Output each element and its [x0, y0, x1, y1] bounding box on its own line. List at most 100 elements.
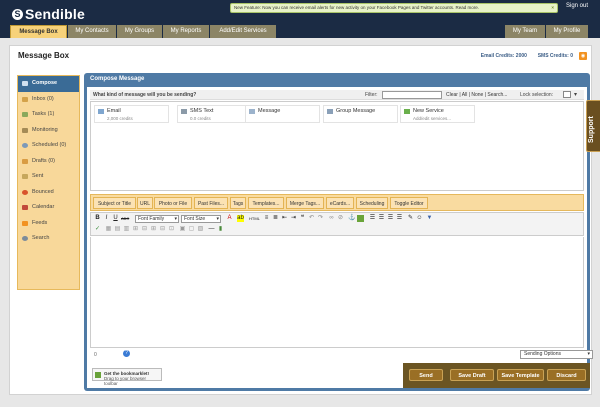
discard-button[interactable]: Discard — [547, 369, 586, 381]
tab-my-team[interactable]: My Team — [505, 25, 545, 38]
bookmarklet-icon — [95, 372, 101, 378]
media-icon[interactable]: ▧ — [197, 226, 204, 233]
split-cell-icon[interactable]: ⊡ — [168, 226, 175, 233]
insert-row-icon[interactable]: ⊞ — [132, 226, 139, 233]
page-break-icon[interactable]: ▮ — [217, 226, 224, 233]
help-icon[interactable]: ? — [123, 350, 130, 357]
cleanup-icon[interactable]: ✎ — [407, 215, 414, 222]
support-tab[interactable]: Support — [586, 100, 600, 152]
service-sms[interactable]: SMS Text 0.0 credits — [177, 105, 252, 123]
redo-icon[interactable]: ↷ — [317, 215, 324, 222]
spellcheck-icon[interactable]: ✓ — [94, 226, 101, 233]
emoticon-icon[interactable]: ☺ — [416, 215, 423, 222]
tab-subject[interactable]: Subject or Title — [93, 197, 136, 209]
sidebar-item-scheduled[interactable]: Scheduled (0) — [18, 138, 79, 154]
visual-aid-icon[interactable]: ▢ — [188, 226, 195, 233]
sidebar-item-sent[interactable]: Sent — [18, 169, 79, 185]
compose-panel: Compose Message What kind of message wil… — [84, 73, 593, 391]
align-right-icon[interactable]: ☰ — [387, 215, 394, 222]
tab-message-box[interactable]: Message Box — [10, 25, 67, 38]
sidebar-item-drafts[interactable]: Drafts (0) — [18, 154, 79, 170]
tab-ecards[interactable]: eCards... — [326, 197, 354, 209]
tab-add-edit-services[interactable]: Add/Edit Services — [210, 25, 276, 38]
underline-icon[interactable]: U — [112, 215, 119, 222]
insert-col-icon[interactable]: ⊞ — [150, 226, 157, 233]
undo-icon[interactable]: ↶ — [308, 215, 315, 222]
notice-close-icon[interactable]: × — [551, 4, 554, 12]
save-template-button[interactable]: Save Template — [497, 369, 544, 381]
align-justify-icon[interactable]: ☰ — [396, 215, 403, 222]
save-draft-button[interactable]: Save Draft — [450, 369, 494, 381]
sms-credits[interactable]: SMS Credits: 0 — [538, 53, 573, 59]
bold-icon[interactable]: B — [94, 215, 101, 222]
sidebar-item-feeds[interactable]: Feeds — [18, 216, 79, 232]
delete-col-icon[interactable]: ⊟ — [159, 226, 166, 233]
text-color-icon[interactable]: A — [226, 215, 233, 222]
bullet-list-icon[interactable]: ≡ — [263, 215, 270, 222]
outdent-icon[interactable]: ⇤ — [281, 215, 288, 222]
sidebar-item-monitoring[interactable]: Monitoring — [18, 123, 79, 139]
highlight-icon[interactable]: ab — [237, 215, 244, 222]
sidebar-item-compose[interactable]: Compose — [18, 76, 79, 92]
italic-icon[interactable]: I — [103, 215, 110, 222]
chevron-down-icon: ▾ — [587, 351, 590, 357]
align-left-icon[interactable]: ☰ — [369, 215, 376, 222]
font-family-select[interactable]: Font Family ▾ — [135, 215, 179, 223]
inbox-icon — [22, 96, 28, 102]
sidebar-item-label: Monitoring — [32, 126, 58, 133]
numbered-list-icon[interactable]: ≣ — [272, 215, 279, 222]
service-new[interactable]: New Service Add/edit services... — [400, 105, 475, 123]
strikethrough-icon[interactable]: ABC — [121, 215, 129, 222]
tab-photo[interactable]: Photo or File — [154, 197, 192, 209]
link-icon[interactable]: ∞ — [328, 215, 335, 222]
service-message[interactable]: Message — [245, 105, 320, 123]
html-icon[interactable]: HTML — [249, 215, 260, 222]
sidebar-item-bounced[interactable]: Bounced — [18, 185, 79, 201]
merge-cell-icon[interactable]: ▣ — [179, 226, 186, 233]
sidebar-item-label: Compose — [32, 80, 58, 86]
tab-url[interactable]: URL — [137, 197, 153, 209]
delete-row-icon[interactable]: ⊟ — [141, 226, 148, 233]
special-format-icon[interactable]: ▼ — [426, 215, 433, 222]
font-size-select[interactable]: Font Size ▾ — [181, 215, 221, 223]
tab-toggle-editor[interactable]: Toggle Editor — [390, 197, 428, 209]
tab-my-groups[interactable]: My Groups — [117, 25, 162, 38]
rss-icon[interactable]: ◉ — [579, 52, 587, 60]
tab-merge-tags[interactable]: Merge Tags... — [286, 197, 324, 209]
sign-out-link[interactable]: Sign out — [566, 3, 588, 9]
anchor-icon[interactable]: ⚓ — [348, 215, 355, 222]
tab-my-reports[interactable]: My Reports — [163, 25, 209, 38]
chevron-down-icon: ▾ — [174, 216, 177, 222]
table-icon[interactable]: ▦ — [105, 226, 112, 233]
tab-tags[interactable]: Tags — [230, 197, 246, 209]
row-props-icon[interactable]: ▤ — [114, 226, 121, 233]
filter-input[interactable] — [382, 91, 442, 99]
indent-icon[interactable]: ⇥ — [290, 215, 297, 222]
tab-templates[interactable]: Templates... — [248, 197, 284, 209]
sending-options-select[interactable]: Sending Options ▾ — [520, 350, 593, 359]
bookmarklet-link[interactable]: Get the bookmarklet! Drag to your browse… — [92, 368, 162, 386]
horizontal-rule-icon[interactable]: — — [208, 226, 215, 233]
sidebar-item-search[interactable]: Search — [18, 231, 79, 247]
align-center-icon[interactable]: ☰ — [378, 215, 385, 222]
sidebar-item-inbox[interactable]: Inbox (0) — [18, 92, 79, 108]
blockquote-icon[interactable]: ❝ — [299, 215, 306, 222]
sent-icon — [22, 174, 28, 179]
cell-props-icon[interactable]: ▥ — [123, 226, 130, 233]
service-group-message[interactable]: Group Message — [323, 105, 398, 123]
filter-links[interactable]: Clear | All | None | Search... — [446, 92, 507, 98]
tab-scheduling[interactable]: Scheduling — [356, 197, 388, 209]
tab-my-contacts[interactable]: My Contacts — [68, 25, 116, 38]
send-button[interactable]: Send — [409, 369, 443, 381]
tab-past-files[interactable]: Past Files... — [194, 197, 228, 209]
lock-selection-checkbox[interactable] — [563, 91, 571, 98]
logo[interactable]: S Sendible — [12, 6, 85, 22]
unlink-icon[interactable]: ⊘ — [337, 215, 344, 222]
sidebar-item-tasks[interactable]: Tasks (1) — [18, 107, 79, 123]
sidebar-item-calendar[interactable]: Calendar — [18, 200, 79, 216]
message-editor[interactable] — [90, 237, 584, 348]
tab-my-profile[interactable]: My Profile — [546, 25, 588, 38]
chevron-down-icon[interactable]: ▾ — [574, 91, 577, 98]
service-email[interactable]: Email 2,000 credits — [94, 105, 169, 123]
image-icon[interactable] — [357, 215, 364, 222]
